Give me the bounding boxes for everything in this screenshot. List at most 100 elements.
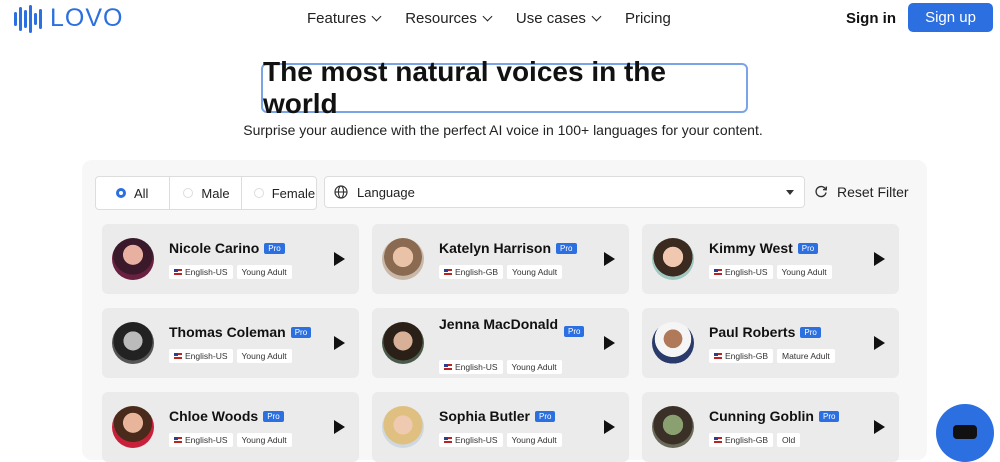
sign-up-button[interactable]: Sign up bbox=[908, 3, 993, 32]
waveform-icon bbox=[14, 4, 42, 33]
gender-option-female[interactable]: Female bbox=[242, 177, 316, 209]
gender-option-label: Female bbox=[271, 185, 316, 201]
gb-flag-icon bbox=[444, 269, 452, 275]
main-menu: Features Resources Use cases Pricing bbox=[307, 10, 696, 27]
gb-flag-icon bbox=[714, 353, 722, 359]
voice-name-text: Thomas Coleman bbox=[169, 324, 286, 340]
pro-badge: Pro bbox=[818, 411, 840, 422]
age-tag: Young Adult bbox=[236, 433, 292, 447]
play-icon[interactable] bbox=[874, 336, 885, 350]
avatar bbox=[112, 238, 154, 280]
gb-flag-icon bbox=[714, 437, 722, 443]
gender-option-label: All bbox=[134, 185, 149, 201]
avatar bbox=[112, 406, 154, 448]
pro-badge: Pro bbox=[263, 411, 284, 422]
voice-name: Katelyn Harrison Pro bbox=[439, 240, 577, 256]
age-tag: Young Adult bbox=[506, 433, 562, 447]
language-tag: English-GB bbox=[439, 265, 503, 279]
voice-tags: English-US Young Adult bbox=[709, 265, 832, 279]
play-icon[interactable] bbox=[604, 336, 615, 350]
voice-name: Sophia Butler Pro bbox=[439, 408, 556, 424]
voice-name: Kimmy West Pro bbox=[709, 240, 819, 256]
avatar bbox=[652, 238, 694, 280]
voice-name: Chloe Woods Pro bbox=[169, 408, 284, 424]
us-flag-icon bbox=[444, 364, 452, 370]
play-icon[interactable] bbox=[334, 252, 345, 266]
gender-option-label: Male bbox=[201, 185, 230, 201]
lovo-logo[interactable]: LOVO bbox=[14, 4, 123, 33]
menu-resources-label: Resources bbox=[405, 10, 477, 27]
chat-widget-button[interactable] bbox=[936, 404, 994, 462]
voice-tags: English-US Young Adult bbox=[169, 433, 292, 447]
refresh-icon bbox=[815, 185, 828, 198]
age-tag: Old bbox=[777, 433, 801, 447]
menu-pricing[interactable]: Pricing bbox=[625, 10, 671, 27]
us-flag-icon bbox=[174, 269, 182, 275]
menu-features[interactable]: Features bbox=[307, 10, 382, 27]
play-icon[interactable] bbox=[874, 420, 885, 434]
age-tag: Mature Adult bbox=[777, 349, 835, 363]
globe-icon bbox=[334, 185, 348, 199]
language-tag: English-US bbox=[709, 265, 773, 279]
avatar bbox=[652, 406, 694, 448]
voice-card[interactable]: Thomas Coleman Pro English-US Young Adult bbox=[102, 308, 359, 378]
gender-option-male[interactable]: Male bbox=[170, 177, 242, 209]
play-icon[interactable] bbox=[604, 420, 615, 434]
voice-name-text: Nicole Carino bbox=[169, 240, 260, 256]
age-tag: Young Adult bbox=[236, 349, 292, 363]
voice-tags: English-GB Young Adult bbox=[439, 265, 563, 279]
voice-tags: English-GB Old bbox=[709, 433, 801, 447]
radio-selected-icon bbox=[116, 188, 126, 198]
radio-icon bbox=[183, 188, 194, 198]
avatar bbox=[382, 406, 424, 448]
voice-tags: English-US Young Adult bbox=[169, 349, 292, 363]
voice-name: Jenna MacDonald bbox=[439, 314, 559, 334]
play-icon[interactable] bbox=[334, 336, 345, 350]
chevron-down-icon bbox=[371, 11, 382, 22]
pro-badge: Pro bbox=[800, 327, 821, 338]
reset-filter-button[interactable]: Reset Filter bbox=[814, 184, 909, 200]
menu-features-label: Features bbox=[307, 10, 367, 27]
voice-tags: English-GB Mature Adult bbox=[709, 349, 835, 363]
menu-pricing-label: Pricing bbox=[624, 10, 671, 27]
top-navigation: LOVO Features Resources Use cases Pricin… bbox=[0, 0, 1000, 36]
age-tag: Young Adult bbox=[506, 360, 562, 374]
pro-badge: Pro bbox=[264, 243, 285, 254]
voice-card[interactable]: Cunning Goblin Pro English-GB Old bbox=[642, 392, 899, 462]
voice-tags: English-US Young Adult bbox=[439, 433, 562, 447]
menu-resources[interactable]: Resources bbox=[405, 10, 493, 27]
chevron-down-icon bbox=[482, 11, 493, 22]
gender-option-all[interactable]: All bbox=[96, 177, 171, 209]
language-tag: English-GB bbox=[709, 349, 773, 363]
age-tag: Young Adult bbox=[776, 265, 832, 279]
reset-filter-label: Reset Filter bbox=[837, 184, 909, 200]
menu-use-cases[interactable]: Use cases bbox=[515, 10, 602, 27]
sign-in-link[interactable]: Sign in bbox=[846, 10, 896, 27]
voice-card[interactable]: Sophia Butler Pro English-US Young Adult bbox=[372, 392, 629, 462]
pro-badge: Pro bbox=[564, 326, 585, 337]
chevron-down-icon bbox=[591, 11, 602, 22]
play-icon[interactable] bbox=[604, 252, 615, 266]
voice-card[interactable]: Jenna MacDonald Pro English-US Young Adu… bbox=[372, 308, 629, 378]
menu-use-cases-label: Use cases bbox=[515, 10, 586, 27]
avatar bbox=[652, 322, 694, 364]
voice-name-text: Katelyn Harrison bbox=[439, 240, 552, 256]
radio-icon bbox=[253, 188, 264, 198]
voice-card[interactable]: Nicole Carino Pro English-US Young Adult bbox=[102, 224, 359, 294]
us-flag-icon bbox=[444, 437, 452, 443]
voice-card[interactable]: Kimmy West Pro English-US Young Adult bbox=[642, 224, 899, 294]
voice-card[interactable]: Chloe Woods Pro English-US Young Adult bbox=[102, 392, 359, 462]
play-icon[interactable] bbox=[874, 252, 885, 266]
language-tag: English-US bbox=[169, 433, 233, 447]
language-tag: English-US bbox=[169, 349, 233, 363]
voice-name-text: Cunning Goblin bbox=[709, 408, 814, 424]
brand-name: LOVO bbox=[50, 4, 124, 32]
voice-card[interactable]: Katelyn Harrison Pro English-GB Young Adu… bbox=[372, 224, 629, 294]
voice-card[interactable]: Paul Roberts Pro English-GB Mature Adult bbox=[642, 308, 899, 378]
avatar bbox=[112, 322, 154, 364]
play-icon[interactable] bbox=[334, 420, 345, 434]
pro-badge: Pro bbox=[797, 243, 819, 254]
language-select[interactable]: Language bbox=[324, 176, 805, 208]
age-tag: Young Adult bbox=[236, 265, 292, 279]
language-tag: English-US bbox=[439, 433, 503, 447]
